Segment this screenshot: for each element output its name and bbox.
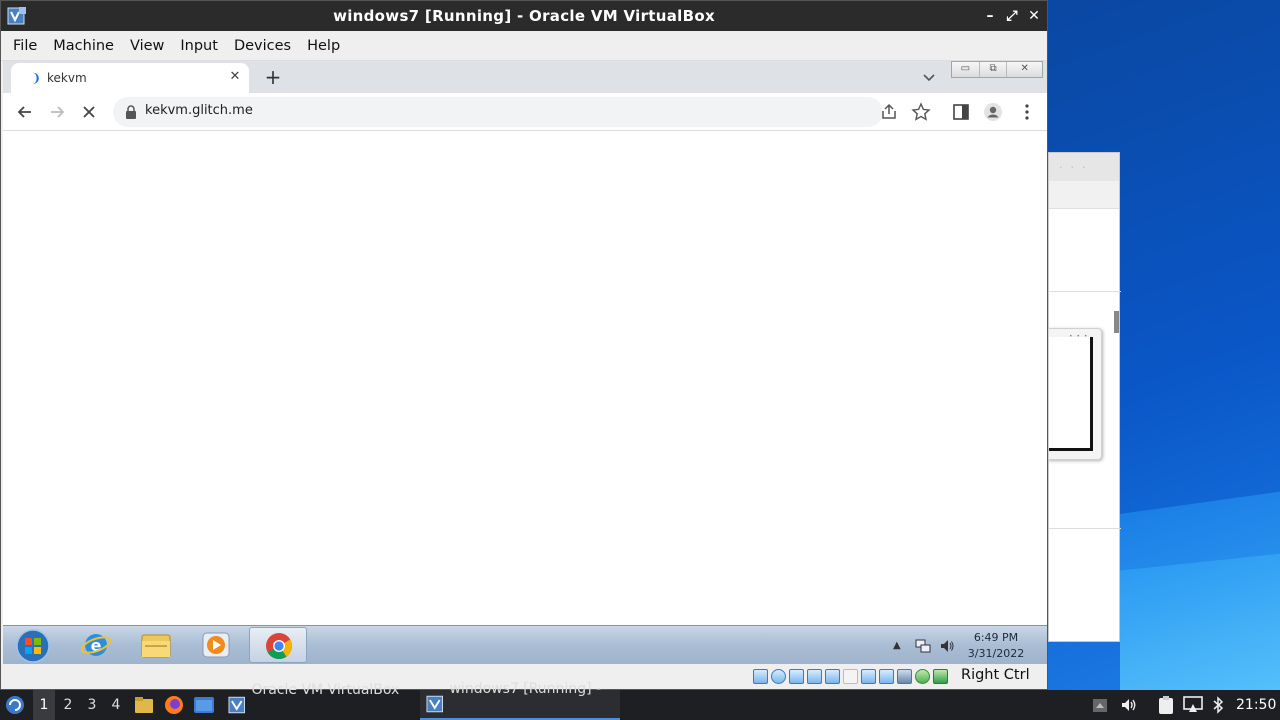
volume-icon[interactable] [1120, 696, 1138, 714]
side-panel-icon[interactable] [951, 102, 971, 122]
tab-close-button[interactable]: ✕ [227, 69, 243, 85]
divider [1049, 528, 1121, 529]
terminal-launcher-icon[interactable] [193, 696, 215, 714]
background-window-titlebar: ··· [1049, 153, 1119, 181]
display-status-icon[interactable] [861, 669, 876, 684]
display-icon[interactable] [1183, 696, 1203, 714]
optical-drive-status-icon[interactable] [771, 669, 786, 684]
wallpaper-beam-light [1120, 549, 1280, 690]
shared-folders-status-icon[interactable] [843, 669, 858, 684]
taskbar-task-windows7-vm[interactable]: windows7 [Running] - ... [420, 681, 620, 720]
minimize-button[interactable]: – [983, 7, 997, 25]
hard-disk-status-icon[interactable] [753, 669, 768, 684]
lock-icon[interactable] [125, 105, 137, 119]
workspace-4[interactable]: 4 [105, 690, 127, 720]
background-window-toolbar [1049, 181, 1119, 209]
menu-input[interactable]: Input [172, 38, 226, 54]
back-arrow-icon[interactable] [15, 102, 35, 122]
host-taskbar: 1 2 3 4 Oracle VM VirtualBox ... windows… [0, 681, 1280, 720]
taskbar-task-virtualbox-manager[interactable]: Oracle VM VirtualBox ... [222, 682, 418, 720]
menu-machine[interactable]: Machine [45, 38, 122, 54]
menu-view[interactable]: View [122, 38, 172, 54]
virtualbox-window: windows7 [Running] - Oracle VM VirtualBo… [0, 0, 1048, 690]
file-manager-launcher-icon[interactable] [134, 696, 154, 714]
guest-clock-time: 6:49 PM [973, 631, 1019, 644]
tab-title: kekvm [47, 71, 87, 85]
virtualbox-icon [228, 696, 245, 714]
guest-restore-button[interactable]: ⧉ [980, 62, 1008, 77]
chrome-taskbar-button[interactable] [249, 627, 307, 663]
virtualbox-icon [7, 7, 26, 25]
menu-file[interactable]: File [5, 38, 45, 54]
tab-search-chevron-icon[interactable] [919, 67, 939, 87]
bookmark-star-icon[interactable] [911, 102, 931, 122]
internet-explorer-icon[interactable]: e [67, 627, 125, 663]
media-player-icon[interactable] [187, 627, 245, 663]
divider [1049, 291, 1121, 292]
address-bar[interactable]: kekvm.glitch.me [113, 97, 883, 127]
recording-status-icon[interactable] [879, 669, 894, 684]
menu-bar: File Machine View Input Devices Help [1, 31, 1047, 61]
guest-taskbar: e ▲ 6:49 PM 3/31/2022 [3, 625, 1047, 664]
firefox-launcher-icon[interactable] [164, 695, 184, 715]
scrollbar-thumb[interactable] [1114, 311, 1119, 333]
cpu-status-icon[interactable] [897, 669, 912, 684]
volume-icon[interactable] [939, 638, 955, 654]
thumbnail-content [1049, 337, 1093, 451]
share-icon[interactable] [879, 102, 899, 122]
maximize-button[interactable]: ⤢ [1005, 7, 1019, 25]
clipboard-icon[interactable] [1156, 695, 1176, 715]
stop-loading-icon[interactable] [79, 102, 99, 122]
system-tray-expander-icon[interactable] [1092, 696, 1108, 714]
workspace-2[interactable]: 2 [57, 690, 79, 720]
workspace-3[interactable]: 3 [81, 690, 103, 720]
guest-window-controls: ▭ ⧉ ✕ [951, 61, 1043, 78]
close-button[interactable]: ✕ [1027, 7, 1041, 25]
guest-minimize-button[interactable]: ▭ [952, 62, 980, 77]
background-thumbnail-window[interactable]: • • • [1048, 328, 1102, 460]
mouse-integration-status-icon[interactable] [933, 669, 948, 684]
window-titlebar[interactable]: windows7 [Running] - Oracle VM VirtualBo… [1, 1, 1047, 31]
guest-additions-status-icon[interactable] [915, 669, 930, 684]
app-menu-icon[interactable] [4, 694, 26, 716]
show-hidden-icons-arrow-icon[interactable]: ▲ [893, 640, 909, 656]
task-label: windows7 [Running] - ... [449, 681, 602, 720]
workspace-1[interactable]: 1 [33, 690, 55, 720]
menu-kebab-icon[interactable] [1017, 102, 1037, 122]
guest-close-button[interactable]: ✕ [1007, 62, 1042, 77]
host-key-indicator[interactable]: Right Ctrl [961, 667, 1030, 683]
virtualbox-vm-icon [426, 695, 443, 713]
file-explorer-icon[interactable] [127, 627, 185, 663]
browser-tab[interactable]: ❩ kekvm ✕ [11, 63, 249, 93]
forward-arrow-icon[interactable] [47, 102, 67, 122]
host-clock[interactable]: 21:50 [1236, 690, 1276, 720]
audio-status-icon[interactable] [789, 669, 804, 684]
guest-clock[interactable]: 6:49 PM 3/31/2022 [961, 630, 1031, 662]
new-tab-button[interactable]: + [261, 65, 285, 89]
thumbnail-controls: • • • [1069, 333, 1089, 340]
window-title: windows7 [Running] - Oracle VM VirtualBo… [333, 7, 715, 25]
network-icon[interactable] [915, 638, 931, 654]
browser-tab-strip: ❩ kekvm ✕ + ▭ ⧉ ✕ [3, 61, 1047, 93]
menu-help[interactable]: Help [299, 38, 348, 54]
profile-avatar-icon[interactable] [983, 102, 1003, 122]
loading-spinner-icon: ❩ [31, 71, 42, 85]
menu-devices[interactable]: Devices [226, 38, 299, 54]
guest-screen[interactable]: ❩ kekvm ✕ + ▭ ⧉ ✕ kekvm.glitch.me e ▲ 6:… [3, 61, 1047, 664]
chrome-icon [266, 633, 293, 660]
page-content[interactable] [3, 131, 1047, 625]
guest-clock-date: 3/31/2022 [967, 647, 1025, 660]
usb-status-icon[interactable] [825, 669, 840, 684]
bluetooth-icon[interactable] [1210, 696, 1226, 714]
windows-start-orb-icon[interactable] [7, 626, 53, 664]
browser-toolbar: kekvm.glitch.me [3, 93, 1047, 131]
url-text: kekvm.glitch.me [145, 103, 253, 118]
task-label: Oracle VM VirtualBox ... [251, 682, 400, 720]
network-status-icon[interactable] [807, 669, 822, 684]
